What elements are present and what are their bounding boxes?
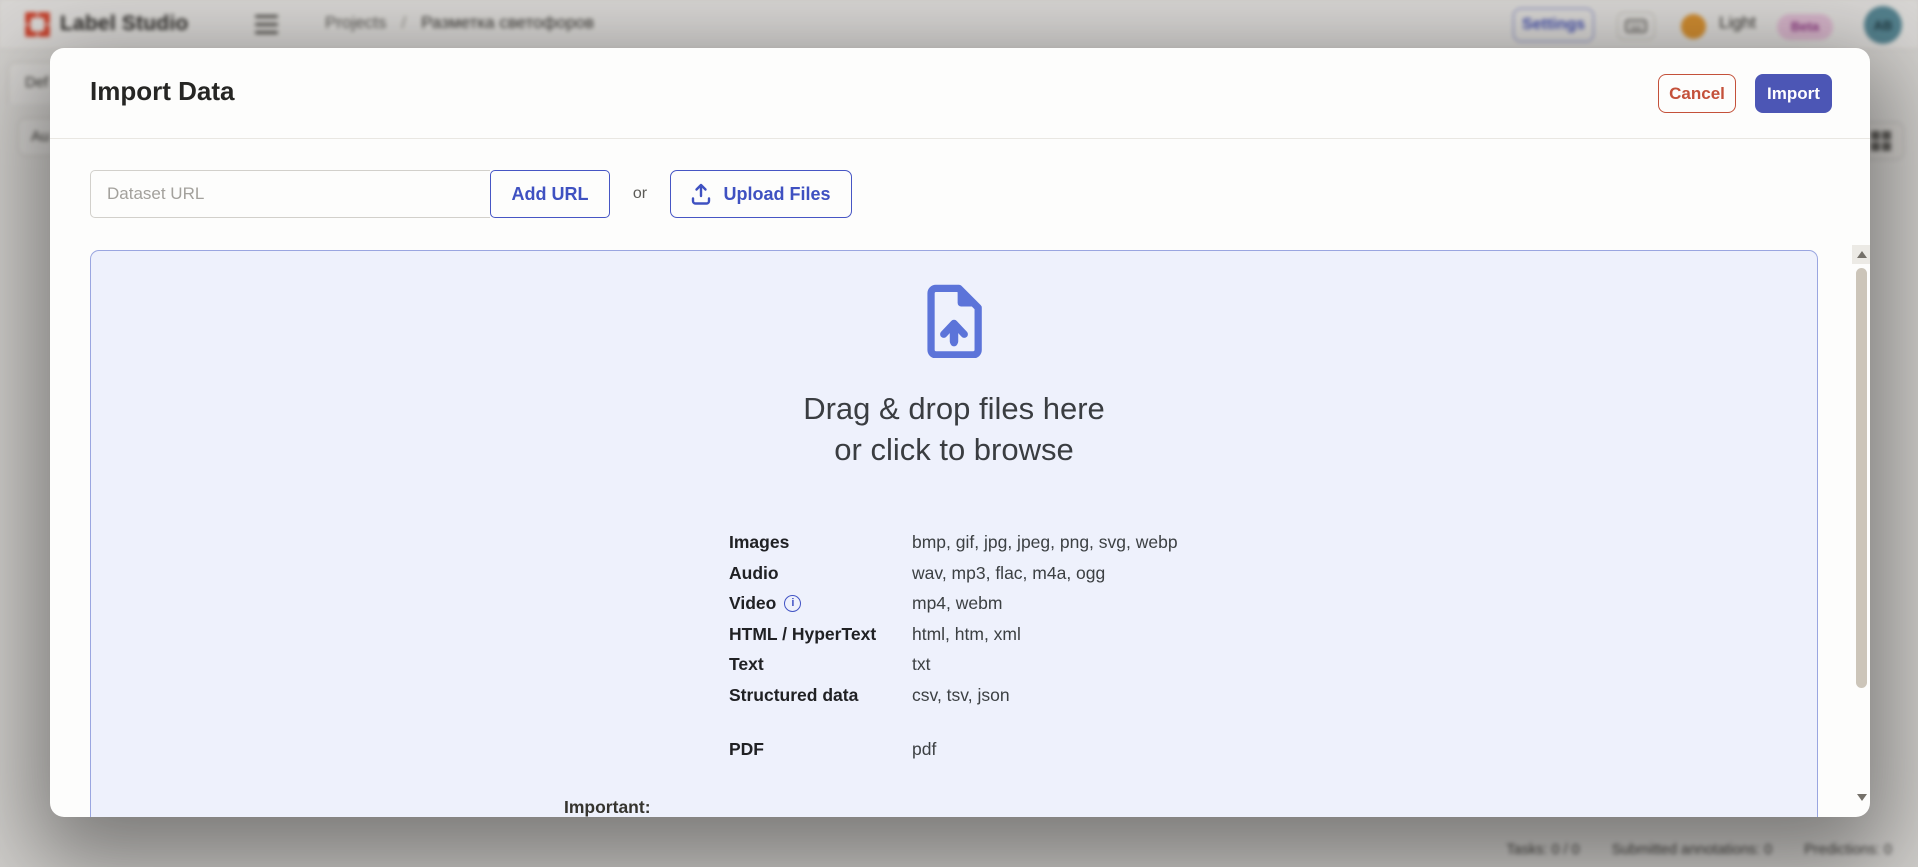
file-type-formats: txt	[912, 649, 930, 680]
file-type-row: Texttxt	[729, 649, 1178, 680]
file-type-label: Videoi	[729, 588, 912, 619]
scrollbar-thumb[interactable]	[1856, 268, 1867, 688]
add-url-button[interactable]: Add URL	[490, 170, 610, 218]
file-type-label: Structured data	[729, 680, 912, 711]
supported-file-types-table: Imagesbmp, gif, jpg, jpeg, png, svg, web…	[729, 527, 1178, 765]
dropzone-headline-line1: Drag & drop files here	[91, 388, 1817, 429]
file-type-row: PDFpdf	[729, 734, 1178, 765]
file-type-formats: mp4, webm	[912, 588, 1002, 619]
file-upload-icon	[925, 284, 983, 358]
modal-scrollbar[interactable]	[1852, 245, 1870, 808]
dataset-url-row: Add URL or Upload Files	[90, 170, 852, 218]
file-type-formats: html, htm, xml	[912, 619, 1021, 650]
modal-header: Import Data Cancel Import	[50, 48, 1870, 139]
file-type-row: Videoimp4, webm	[729, 588, 1178, 619]
file-type-row: Structured datacsv, tsv, json	[729, 680, 1178, 711]
import-data-modal: Import Data Cancel Import Add URL or Upl…	[50, 48, 1870, 817]
file-type-row: Audiowav, mp3, flac, m4a, ogg	[729, 558, 1178, 589]
file-type-label: Text	[729, 649, 912, 680]
dataset-url-input[interactable]	[90, 170, 490, 218]
drag-drop-zone[interactable]: Drag & drop files here or click to brows…	[90, 250, 1818, 817]
important-note-label: Important:	[564, 797, 651, 817]
upload-files-label: Upload Files	[723, 184, 830, 205]
file-type-label: PDF	[729, 734, 912, 765]
scrollbar-up-arrow[interactable]	[1852, 245, 1870, 264]
cancel-button[interactable]: Cancel	[1658, 74, 1736, 113]
file-type-label: Images	[729, 527, 912, 558]
or-label: or	[610, 185, 670, 203]
dropzone-headline-line2: or click to browse	[91, 429, 1817, 470]
file-type-formats: csv, tsv, json	[912, 680, 1010, 711]
file-type-row: Imagesbmp, gif, jpg, jpeg, png, svg, web…	[729, 527, 1178, 558]
file-type-row: HTML / HyperTexthtml, htm, xml	[729, 619, 1178, 650]
file-type-label: Audio	[729, 558, 912, 589]
modal-title: Import Data	[90, 76, 234, 107]
import-button[interactable]: Import	[1755, 74, 1832, 113]
scrollbar-down-arrow[interactable]	[1852, 788, 1870, 807]
screen: Label Studio Projects / Разметка светофо…	[0, 0, 1918, 867]
info-icon[interactable]: i	[784, 595, 801, 612]
file-type-label: HTML / HyperText	[729, 619, 912, 650]
file-type-formats: pdf	[912, 734, 936, 765]
upload-icon	[691, 183, 711, 205]
file-type-formats: wav, mp3, flac, m4a, ogg	[912, 558, 1105, 589]
upload-files-button[interactable]: Upload Files	[670, 170, 852, 218]
file-type-formats: bmp, gif, jpg, jpeg, png, svg, webp	[912, 527, 1178, 558]
dropzone-headline: Drag & drop files here or click to brows…	[91, 388, 1817, 470]
